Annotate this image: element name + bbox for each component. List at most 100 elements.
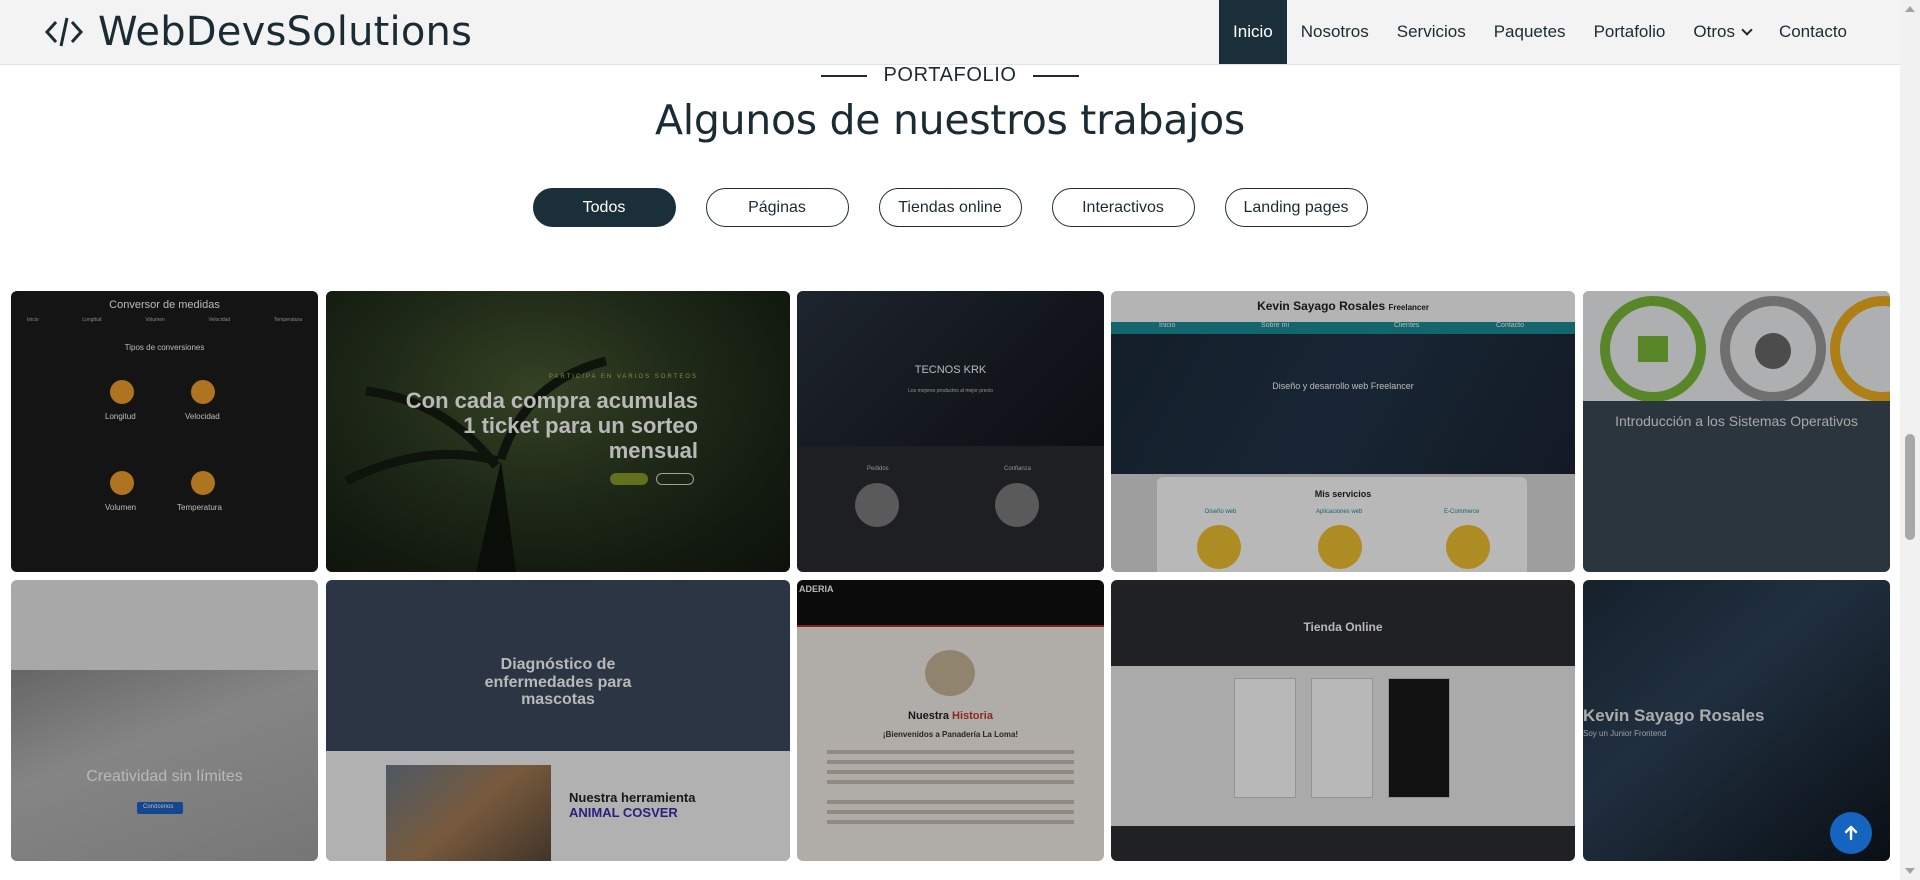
main-nav: Inicio Nosotros Servicios Paquetes Porta…: [1219, 0, 1861, 64]
filter-interactivos[interactable]: Interactivos: [1051, 188, 1195, 227]
portfolio-item-bakery[interactable]: ADERIA Nuestra Historia ¡Bienvenidos a P…: [797, 580, 1104, 861]
converter-label: Temperatura: [177, 503, 222, 512]
portfolio-item-pets[interactable]: Diagnóstico de enfermedades para mascota…: [326, 580, 790, 861]
filter-paginas[interactable]: Páginas: [705, 188, 849, 227]
divider: [1032, 74, 1079, 77]
service-label: E-Commerce: [1444, 509, 1480, 515]
menu-item: Contacto: [1496, 322, 1525, 329]
project-header: [797, 580, 1104, 625]
feature-caption: Confianza: [1004, 466, 1032, 472]
project-title: Diagnóstico de enfermedades para mascota…: [484, 656, 632, 709]
filter-todos[interactable]: Todos: [532, 188, 676, 227]
portfolio-item-os[interactable]: Introducción a los Sistemas Operativos: [1583, 291, 1890, 572]
hero-image: [1111, 334, 1575, 474]
cta-button-outline: [656, 473, 694, 485]
tool-title: Nuestra herramienta: [569, 790, 696, 805]
text-line: [827, 770, 1074, 774]
filter-tiendas-online[interactable]: Tiendas online: [878, 188, 1022, 227]
portfolio-filters: Todos Páginas Tiendas online Interactivo…: [0, 188, 1900, 227]
nav-item-portafolio[interactable]: Portafolio: [1580, 0, 1680, 64]
text-line: [827, 780, 1074, 784]
filter-landing-pages[interactable]: Landing pages: [1224, 188, 1368, 227]
project-headline: Diseño y desarrollo web Freelancer: [1272, 381, 1414, 391]
portfolio-item-raffle[interactable]: PARTICIPA EN VARIOS SORTEOS Con cada com…: [326, 291, 790, 572]
nav-item-otros[interactable]: Otros: [1679, 0, 1765, 64]
page-scrollbar[interactable]: [1900, 0, 1920, 880]
portfolio-item-converter[interactable]: Conversor de medidas Inicio Longitud Vol…: [11, 291, 318, 572]
portfolio-item-freelancer[interactable]: Kevin Sayago Rosales Freelancer Inicio S…: [1111, 291, 1575, 572]
service-label: Diseño web: [1205, 509, 1237, 515]
navbar: WebDevsSolutions Inicio Nosotros Servici…: [0, 0, 1900, 65]
project-title: Kevin Sayago Rosales: [1583, 706, 1765, 725]
menu-item: Clientes: [1394, 322, 1420, 329]
menu-item: Temperatura: [273, 317, 302, 323]
section-eyebrow: PORTAFOLIO: [0, 64, 1900, 87]
divider: [821, 74, 868, 77]
menu-item: Volumen: [145, 317, 165, 323]
converter-label: Volumen: [105, 503, 137, 512]
service-label: Aplicaciones web: [1316, 509, 1363, 515]
speedometer-icon: [191, 380, 215, 404]
cta-button: [610, 473, 648, 485]
project-headline: Con cada compra acumulas 1 ticket para u…: [405, 388, 698, 464]
nav-item-servicios[interactable]: Servicios: [1383, 0, 1480, 64]
product-card: [1311, 678, 1373, 798]
services-title: Mis servicios: [1314, 489, 1372, 499]
scroll-up-icon[interactable]: [1905, 6, 1915, 12]
portfolio-item-creative[interactable]: Creatividad sin límites Conócenos: [11, 580, 318, 861]
menu-item: Longitud: [82, 317, 102, 323]
project-welcome: ¡Bienvenidos a Panadería La Loma!: [882, 730, 1019, 739]
os-logos-image: [1583, 291, 1890, 401]
nav-item-paquetes[interactable]: Paquetes: [1480, 0, 1580, 64]
thumbs-up-icon: [995, 483, 1039, 527]
product-card: [1234, 678, 1296, 798]
bucket-icon: [110, 471, 134, 495]
nav-item-inicio[interactable]: Inicio: [1219, 0, 1287, 64]
portfolio-item-tecnos[interactable]: TECNOS KRK Los mejores productos al mejo…: [797, 291, 1104, 572]
project-title: Introducción a los Sistemas Operativos: [1615, 413, 1858, 429]
brand[interactable]: WebDevsSolutions: [44, 9, 472, 55]
chevron-down-icon: [1741, 24, 1753, 36]
portfolio-item-shop[interactable]: Tienda Online: [1111, 580, 1575, 861]
project-title: TECNOS KRK: [914, 364, 987, 376]
project-subtitle: Tipos de conversiones: [124, 343, 205, 352]
nav-item-otros-label: Otros: [1693, 22, 1735, 41]
converter-label: Longitud: [105, 412, 136, 421]
history-prefix: Nuestra: [908, 710, 953, 722]
project-title: Conversor de medidas: [109, 299, 220, 311]
nav-item-nosotros[interactable]: Nosotros: [1287, 0, 1383, 64]
text-line: [827, 750, 1074, 754]
menu-item: Inicio: [1159, 322, 1176, 329]
converter-label: Velocidad: [185, 412, 220, 421]
scroll-thumb[interactable]: [1905, 434, 1915, 540]
vet-photo: [386, 765, 551, 861]
nav-item-contacto[interactable]: Contacto: [1765, 0, 1861, 64]
text-line: [827, 760, 1074, 764]
menu-item: Inicio: [27, 317, 39, 323]
project-menu: Inicio Longitud Volumen Velocidad Temper…: [27, 317, 302, 323]
project-slogan: Creatividad sin límites: [86, 768, 243, 785]
scroll-down-icon[interactable]: [1905, 868, 1915, 874]
bakery-logo-icon: [925, 650, 975, 696]
project-title: Kevin Sayago Rosales Freelancer: [1111, 299, 1575, 313]
brand-name: WebDevsSolutions: [98, 9, 473, 55]
eyebrow-label: PORTAFOLIO: [883, 64, 1017, 86]
project-title: Tienda Online: [1303, 620, 1383, 634]
project-tagline: Soy un Junior Frontend: [1583, 729, 1667, 738]
design-image: [11, 670, 318, 861]
text-line: [827, 800, 1074, 804]
menu-item: Velocidad: [208, 317, 231, 323]
cart-icon: [1446, 525, 1490, 569]
menu-item: Sobre mi: [1261, 322, 1290, 329]
back-to-top-button[interactable]: [1830, 812, 1872, 854]
freelancer-name: Kevin Sayago Rosales: [1257, 299, 1386, 313]
thermometer-icon: [191, 471, 215, 495]
cta-label: Conócenos: [143, 804, 174, 810]
project-brand: ADERIA: [799, 584, 834, 594]
code-brackets-icon: [44, 17, 84, 47]
divider: [797, 625, 1104, 627]
product-card: [1388, 678, 1450, 798]
mail-icon: [855, 483, 899, 527]
history-word: Historia: [952, 710, 993, 722]
text-line: [827, 810, 1074, 814]
